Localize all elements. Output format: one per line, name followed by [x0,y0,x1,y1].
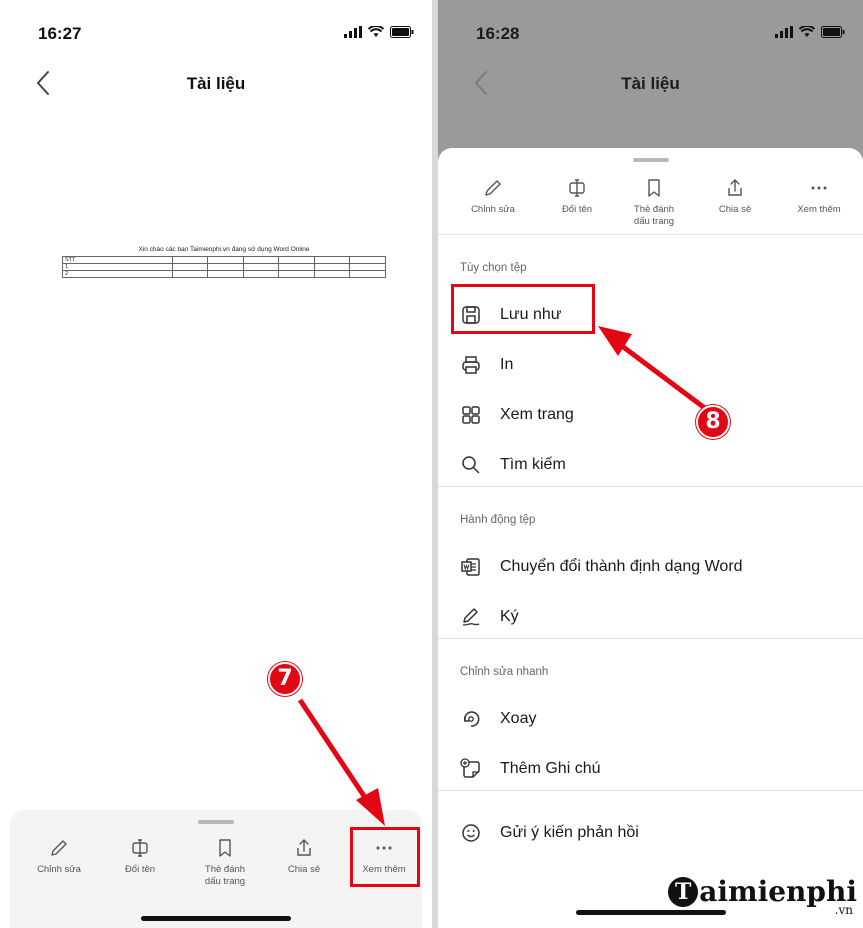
watermark-tld: .vn [834,903,853,917]
watermark-text: aimienphi [699,875,857,908]
callout-arrow-icon [297,698,385,826]
callout-arrow-icon [598,326,712,414]
left-screen: 16:27 Tài liệu Xin chào các bạn Taimienp… [0,0,432,928]
brand-watermark: Taimienphi .vn [668,875,857,917]
step-badge-8: 8 [696,405,730,439]
watermark-initial: T [668,876,699,907]
step-badge-7: 7 [268,662,302,696]
right-screen: 16:28 Tài liệu Chỉnh sửa Đổi tên Thẻ đán… [438,0,863,928]
